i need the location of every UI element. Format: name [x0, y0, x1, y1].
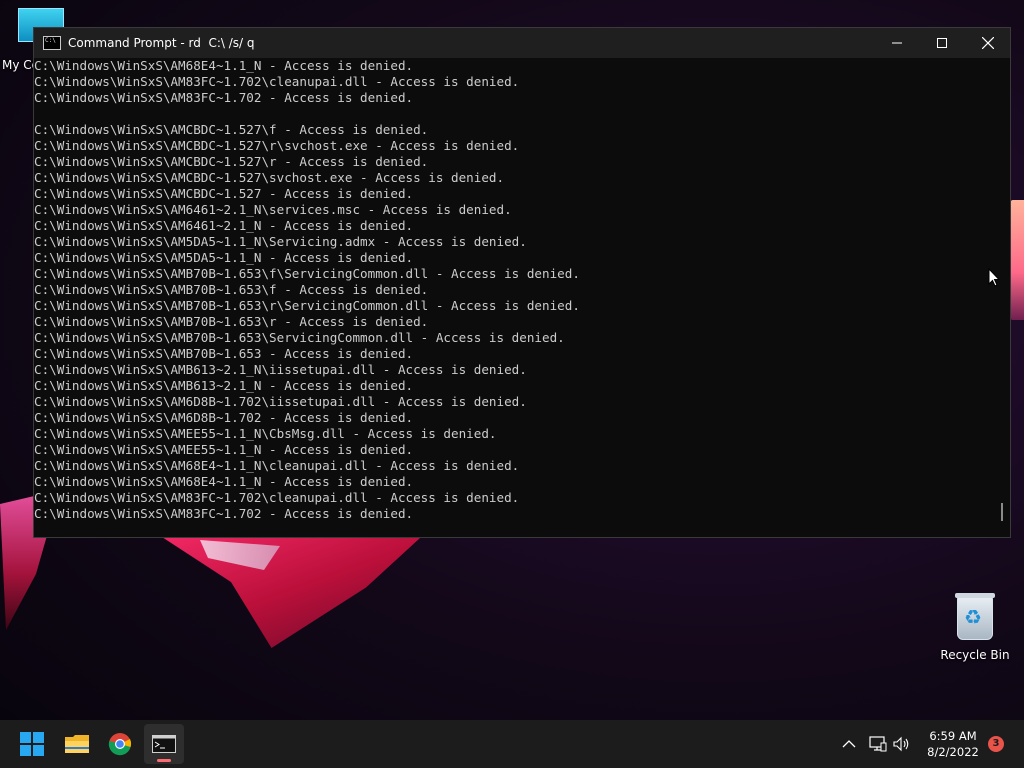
console-line: C:\Windows\WinSxS\AMCBDC~1.527\f - Acces… — [34, 122, 429, 137]
close-button[interactable] — [965, 28, 1011, 58]
taskbar-command-prompt[interactable] — [144, 724, 184, 764]
scrollbar-thumb[interactable] — [1001, 503, 1003, 521]
chevron-up-icon — [842, 740, 856, 748]
maximize-icon — [937, 38, 947, 48]
console-line: C:\Windows\WinSxS\AMB613~2.1_N\iissetupa… — [34, 362, 527, 377]
console-line: C:\Windows\WinSxS\AM6461~2.1_N - Access … — [34, 218, 414, 233]
command-prompt-window[interactable]: Command Prompt - rd C:\ /s/ q C:\Windows… — [33, 27, 1011, 538]
console-line: C:\Windows\WinSxS\AM83FC~1.702\cleanupai… — [34, 490, 520, 505]
console-line: C:\Windows\WinSxS\AM68E4~1.1_N\cleanupai… — [34, 458, 520, 473]
console-line: C:\Windows\WinSxS\AMB70B~1.653\f\Servici… — [34, 266, 580, 281]
wallpaper-shape — [163, 538, 420, 648]
close-icon — [982, 37, 994, 49]
clock-time: 6:59 AM — [929, 729, 977, 743]
terminal-icon — [43, 36, 61, 50]
network-button[interactable] — [869, 720, 887, 768]
clock[interactable]: 6:59 AM 8/2/2022 — [918, 728, 988, 760]
clock-date: 8/2/2022 — [927, 745, 979, 759]
console-output[interactable]: C:\Windows\WinSxS\AM68E4~1.1_N - Access … — [34, 58, 994, 536]
taskbar-chrome[interactable] — [100, 724, 140, 764]
console-line: C:\Windows\WinSxS\AM83FC~1.702 - Access … — [34, 506, 414, 521]
console-line: C:\Windows\WinSxS\AMCBDC~1.527\svchost.e… — [34, 170, 505, 185]
console-line: C:\Windows\WinSxS\AM6461~2.1_N\services.… — [34, 202, 512, 217]
terminal-icon — [152, 735, 176, 753]
console-line: C:\Windows\WinSxS\AM68E4~1.1_N - Access … — [34, 58, 414, 73]
console-line: C:\Windows\WinSxS\AMEE55~1.1_N\CbsMsg.dl… — [34, 426, 497, 441]
console-line: C:\Windows\WinSxS\AM6D8B~1.702 - Access … — [34, 410, 414, 425]
mouse-cursor-icon — [988, 268, 1000, 287]
console-line: C:\Windows\WinSxS\AMB70B~1.653\r - Acces… — [34, 314, 429, 329]
console-line: C:\Windows\WinSxS\AM5DA5~1.1_N\Servicing… — [34, 234, 527, 249]
recycle-bin-icon: ♻ — [955, 593, 995, 640]
console-line: C:\Windows\WinSxS\AM83FC~1.702\cleanupai… — [34, 74, 520, 89]
maximize-button[interactable] — [919, 28, 965, 58]
running-indicator — [157, 759, 171, 762]
taskbar-file-explorer[interactable] — [57, 724, 97, 764]
scrollbar[interactable] — [993, 58, 1010, 537]
console-line: C:\Windows\WinSxS\AM68E4~1.1_N - Access … — [34, 474, 414, 489]
console-line: C:\Windows\WinSxS\AMCBDC~1.527\r\svchost… — [34, 138, 520, 153]
console-line: C:\Windows\WinSxS\AMCBDC~1.527\r - Acces… — [34, 154, 429, 169]
window-title: Command Prompt - rd C:\ /s/ q — [68, 36, 255, 50]
console-line: C:\Windows\WinSxS\AMCBDC~1.527 - Access … — [34, 186, 414, 201]
notification-badge[interactable]: 3 — [988, 736, 1004, 752]
volume-icon — [893, 736, 909, 752]
console-line: C:\Windows\WinSxS\AM6D8B~1.702\iissetupa… — [34, 394, 527, 409]
console-line: C:\Windows\WinSxS\AMB70B~1.653\r\Servici… — [34, 298, 580, 313]
console-line: C:\Windows\WinSxS\AMEE55~1.1_N - Access … — [34, 442, 414, 457]
desktop-icon-recycle-bin[interactable]: ♻ Recycle Bin — [940, 593, 1010, 662]
taskbar: 6:59 AM 8/2/2022 — [0, 720, 1024, 768]
minimize-button[interactable] — [874, 28, 920, 58]
volume-button[interactable] — [893, 720, 911, 768]
chrome-icon — [108, 733, 132, 756]
console-line: C:\Windows\WinSxS\AMB613~2.1_N - Access … — [34, 378, 414, 393]
start-button[interactable] — [12, 724, 52, 764]
show-hidden-icons-button[interactable] — [842, 720, 856, 768]
windows-logo-icon — [20, 732, 44, 756]
console-line: C:\Windows\WinSxS\AMB70B~1.653 - Access … — [34, 346, 414, 361]
console-line: C:\Windows\WinSxS\AM83FC~1.702 - Access … — [34, 90, 414, 105]
network-icon — [869, 736, 887, 752]
console-line: C:\Windows\WinSxS\AMB70B~1.653\Servicing… — [34, 330, 565, 345]
console-line: C:\Windows\WinSxS\AMB70B~1.653\f - Acces… — [34, 282, 429, 297]
title-bar[interactable]: Command Prompt - rd C:\ /s/ q — [34, 28, 1010, 58]
folder-icon — [65, 735, 89, 753]
console-line: C:\Windows\WinSxS\AM5DA5~1.1_N - Access … — [34, 250, 414, 265]
minimize-icon — [892, 42, 902, 44]
desktop-icon-label: Recycle Bin — [940, 648, 1010, 662]
